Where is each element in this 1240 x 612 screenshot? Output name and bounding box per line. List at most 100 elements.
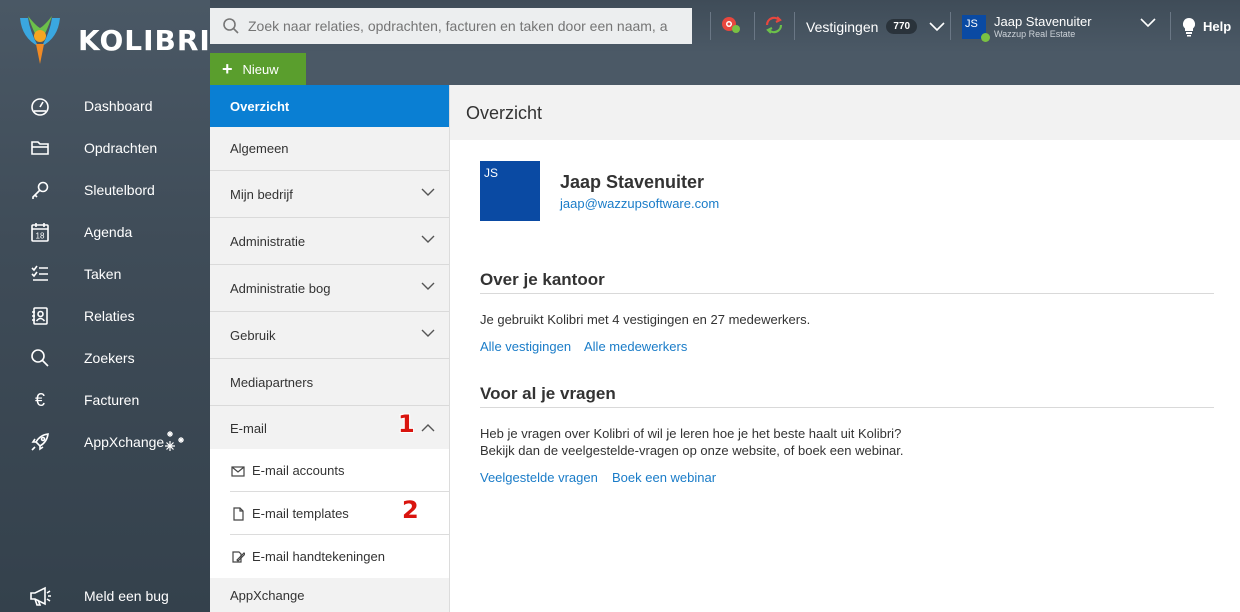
all-branches-link[interactable]: Alle vestigingen bbox=[480, 339, 571, 354]
rocket-icon bbox=[29, 431, 51, 453]
sidebar-item-label: Taken bbox=[84, 266, 122, 282]
sidebar-item-meld-bug[interactable]: Meld een bug bbox=[0, 575, 210, 612]
sidebar-item-label: Relaties bbox=[84, 308, 135, 324]
divider bbox=[1170, 12, 1171, 40]
menu-item-label: E-mail bbox=[230, 420, 267, 436]
menu-subitem-email-accounts[interactable]: E-mail accounts bbox=[210, 449, 449, 492]
menu-item-mijn-bedrijf[interactable]: Mijn bedrijf bbox=[210, 171, 449, 218]
sidebar-item-zoekers[interactable]: Zoekers bbox=[0, 337, 210, 379]
menu-item-label: Mijn bedrijf bbox=[230, 186, 293, 202]
divider bbox=[710, 12, 711, 40]
sidebar-item-opdrachten[interactable]: Opdrachten bbox=[0, 127, 210, 169]
divider bbox=[754, 12, 755, 40]
notification-icon[interactable] bbox=[720, 14, 742, 36]
annotation-marker-2: 2 bbox=[402, 496, 419, 524]
menu-item-label: Gebruik bbox=[230, 327, 276, 343]
folder-icon bbox=[29, 137, 51, 159]
sidebar-item-dashboard[interactable]: Dashboard bbox=[0, 85, 210, 127]
online-status-dot bbox=[981, 33, 990, 42]
sync-icon[interactable] bbox=[763, 14, 785, 36]
avatar-initials: JS bbox=[965, 18, 978, 30]
sidebar-item-label: Opdrachten bbox=[84, 140, 158, 156]
menu-item-administratie-bog[interactable]: Administratie bog bbox=[210, 265, 449, 312]
search-icon bbox=[29, 347, 51, 369]
euro-icon: € bbox=[34, 389, 45, 410]
dashboard-icon bbox=[29, 95, 51, 117]
global-search[interactable] bbox=[210, 8, 692, 44]
help-label: Help bbox=[1203, 19, 1232, 34]
divider bbox=[950, 12, 951, 40]
vestigingen-label: Vestigingen bbox=[806, 18, 879, 35]
webinar-link[interactable]: Boek een webinar bbox=[612, 470, 716, 485]
new-button[interactable]: + Nieuw bbox=[210, 53, 306, 85]
vestigingen-selector[interactable]: Vestigingen 770 bbox=[806, 0, 945, 53]
chevron-up-icon bbox=[421, 424, 435, 432]
sidebar-item-agenda[interactable]: 18 Agenda bbox=[0, 211, 210, 253]
sidebar-item-taken[interactable]: Taken bbox=[0, 253, 210, 295]
envelope-icon bbox=[231, 465, 245, 477]
sidebar-item-label: AppXchange bbox=[84, 434, 165, 450]
kolibri-logo[interactable]: KOLIBRI bbox=[16, 12, 211, 68]
settings-menu: Overzicht Algemeen Mijn bedrijf Administ… bbox=[210, 85, 450, 612]
annotation-marker-1: 1 bbox=[398, 410, 415, 438]
page-title: Overzicht bbox=[466, 103, 543, 123]
search-icon bbox=[223, 18, 239, 34]
sidebar-item-relaties[interactable]: Relaties bbox=[0, 295, 210, 337]
search-input[interactable] bbox=[248, 18, 668, 34]
menu-item-label: Administratie bog bbox=[230, 280, 331, 296]
menu-item-overzicht[interactable]: Overzicht bbox=[210, 85, 449, 127]
faq-link[interactable]: Veelgestelde vragen bbox=[480, 470, 598, 485]
menu-item-mediapartners[interactable]: Mediapartners bbox=[210, 359, 449, 406]
chevron-down-icon bbox=[929, 21, 945, 31]
menu-subitem-email-handtekeningen[interactable]: E-mail handtekeningen bbox=[210, 535, 449, 578]
new-button-label: Nieuw bbox=[242, 61, 279, 77]
calendar-day: 18 bbox=[36, 232, 45, 241]
main-sidebar: KOLIBRI Dashboard Opdrachten Sleutelbord… bbox=[0, 0, 210, 612]
help-button[interactable]: Help bbox=[1181, 0, 1231, 53]
sidebar-item-label: Zoekers bbox=[84, 350, 135, 366]
section-title-office: Over je kantoor bbox=[480, 270, 605, 289]
content-header: Overzicht bbox=[450, 85, 1240, 140]
avatar-initials: JS bbox=[484, 166, 499, 180]
sidebar-item-label: Agenda bbox=[84, 224, 133, 240]
divider bbox=[480, 293, 1214, 294]
vestigingen-count-badge: 770 bbox=[886, 19, 918, 34]
office-summary-text: Je gebruikt Kolibri met 4 vestigingen en… bbox=[480, 312, 811, 327]
contacts-icon bbox=[29, 305, 51, 327]
all-employees-link[interactable]: Alle medewerkers bbox=[584, 339, 687, 354]
menu-item-gebruik[interactable]: Gebruik bbox=[210, 312, 449, 359]
sidebar-item-appxchange[interactable]: AppXchange bbox=[0, 421, 210, 463]
menu-subitem-label: E-mail accounts bbox=[252, 463, 345, 478]
sidebar-item-label: Sleutelbord bbox=[84, 182, 155, 198]
section-title-questions: Voor al je vragen bbox=[480, 384, 616, 403]
sidebar-item-label: Meld een bug bbox=[84, 588, 169, 604]
profile-email-link[interactable]: jaap@wazzupsoftware.com bbox=[560, 196, 719, 211]
chevron-down-icon bbox=[421, 235, 435, 243]
app-name: KOLIBRI bbox=[78, 23, 211, 57]
menu-subitem-label: E-mail handtekeningen bbox=[252, 549, 385, 564]
calendar-icon: 18 bbox=[29, 221, 51, 243]
signature-icon bbox=[232, 550, 245, 563]
menu-item-algemeen[interactable]: Algemeen bbox=[210, 127, 449, 171]
sidebar-item-sleutelbord[interactable]: Sleutelbord bbox=[0, 169, 210, 211]
hummingbird-logo-icon bbox=[16, 12, 64, 68]
divider bbox=[480, 407, 1214, 408]
user-company: Wazzup Real Estate bbox=[994, 29, 1076, 39]
chevron-down-icon bbox=[421, 329, 435, 337]
user-menu[interactable]: JS Jaap Stavenuiter Wazzup Real Estate bbox=[962, 13, 1092, 42]
profile-avatar: JS bbox=[480, 161, 540, 221]
divider bbox=[794, 12, 795, 40]
menu-item-label: Mediapartners bbox=[230, 374, 314, 390]
sidebar-item-facturen[interactable]: € Facturen bbox=[0, 379, 210, 421]
megaphone-icon bbox=[29, 585, 51, 607]
chevron-down-icon[interactable] bbox=[1140, 18, 1156, 28]
questions-text-line1: Heb je vragen over Kolibri of wil je ler… bbox=[480, 426, 902, 441]
key-icon bbox=[29, 179, 51, 201]
chevron-down-icon bbox=[421, 188, 435, 196]
chevron-down-icon bbox=[421, 282, 435, 290]
user-name: Jaap Stavenuiter bbox=[994, 14, 1092, 29]
lightbulb-icon bbox=[1182, 17, 1196, 36]
plus-icon: + bbox=[222, 58, 233, 79]
menu-item-appxchange[interactable]: AppXchange bbox=[210, 578, 449, 612]
menu-item-administratie[interactable]: Administratie bbox=[210, 218, 449, 265]
